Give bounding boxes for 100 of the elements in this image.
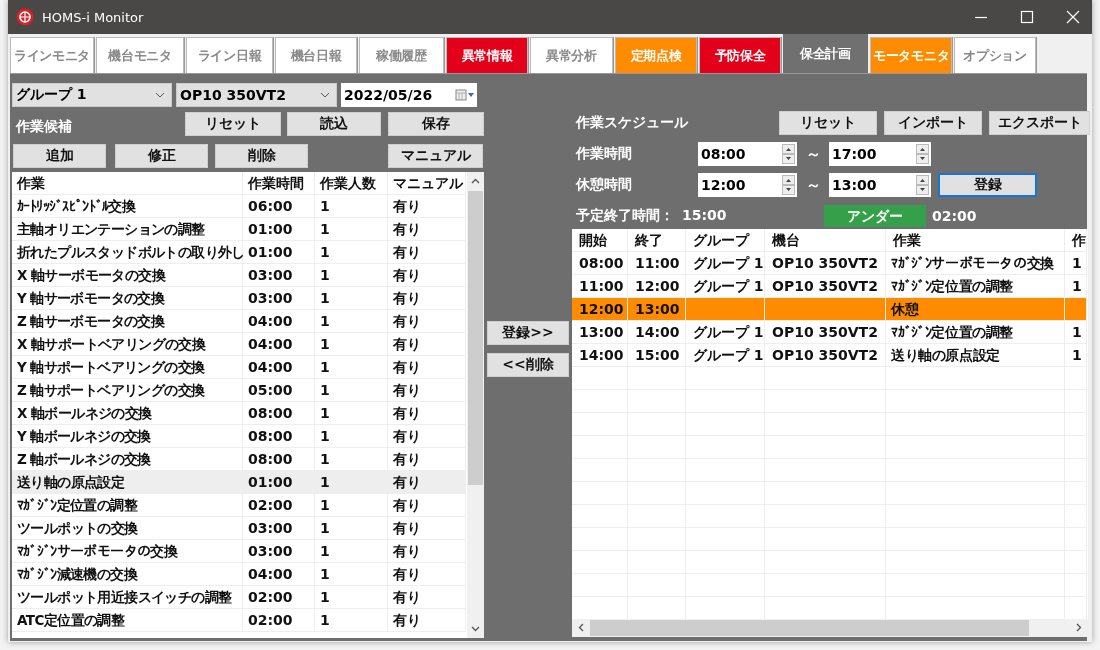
table-cell[interactable]: 14:00 xyxy=(572,344,628,367)
table-cell[interactable]: 15:00 xyxy=(628,344,686,367)
close-icon[interactable] xyxy=(1066,10,1080,24)
table-cell[interactable]: 13:00 xyxy=(628,298,686,321)
time-field[interactable]: 08:00 xyxy=(698,142,797,166)
table-cell[interactable]: 有り xyxy=(388,425,466,448)
time-field[interactable]: 12:00 xyxy=(698,173,797,197)
spinner-icon[interactable] xyxy=(782,175,795,195)
table-cell[interactable]: 14:00 xyxy=(628,321,686,344)
table-cell[interactable]: 有り xyxy=(388,471,466,494)
table-cell[interactable]: 有り xyxy=(388,356,466,379)
maximize-icon[interactable] xyxy=(1020,10,1034,24)
table-cell[interactable]: 1 xyxy=(1065,321,1087,344)
table-cell[interactable]: 有り xyxy=(388,241,466,264)
table-cell[interactable]: ﾏｶﾞｼﾞﾝサーボモータの交換 xyxy=(886,252,1065,275)
table-cell[interactable]: 1 xyxy=(315,241,388,264)
table-cell[interactable]: 02:00 xyxy=(243,586,315,609)
tab[interactable]: 予防保全 xyxy=(699,37,781,73)
table-cell[interactable]: 1 xyxy=(1065,252,1087,275)
table-cell[interactable]: OP10 350VT2 xyxy=(765,344,886,367)
table-cell[interactable]: グループ 1 xyxy=(686,252,765,275)
table-cell[interactable]: 1 xyxy=(315,218,388,241)
register-button[interactable]: 登録 xyxy=(938,173,1037,197)
table-cell[interactable]: 06:00 xyxy=(243,195,315,218)
table-cell[interactable]: 03:00 xyxy=(243,264,315,287)
table-cell[interactable]: X 軸サーボモータの交換 xyxy=(12,264,243,287)
toolbar-button[interactable]: リセット xyxy=(185,112,281,136)
table-cell[interactable]: ツールポットの交換 xyxy=(12,517,243,540)
table-cell[interactable]: OP10 350VT2 xyxy=(765,321,886,344)
table-cell[interactable]: 04:00 xyxy=(243,563,315,586)
table-cell[interactable]: 送り軸の原点設定 xyxy=(12,471,243,494)
table-cell[interactable]: 04:00 xyxy=(243,333,315,356)
table-cell[interactable]: 1 xyxy=(315,356,388,379)
table-cell[interactable]: 1 xyxy=(315,517,388,540)
table-cell[interactable]: 1 xyxy=(315,563,388,586)
transfer-button[interactable]: 登録>> xyxy=(487,321,569,345)
table-cell[interactable]: 有り xyxy=(388,563,466,586)
table-cell[interactable]: 有り xyxy=(388,494,466,517)
table-cell[interactable]: 有り xyxy=(388,379,466,402)
toolbar-button[interactable]: 読込 xyxy=(287,112,381,136)
tab[interactable]: 異常情報 xyxy=(446,37,528,73)
table-cell[interactable]: 08:00 xyxy=(243,402,315,425)
table-cell[interactable]: OP10 350VT2 xyxy=(765,252,886,275)
table-cell[interactable]: X 軸サポートベアリングの交換 xyxy=(12,333,243,356)
table-cell[interactable]: 1 xyxy=(315,333,388,356)
table-cell[interactable]: 1 xyxy=(315,264,388,287)
table-cell[interactable]: 送り軸の原点設定 xyxy=(886,344,1065,367)
table-cell[interactable]: ﾏｶﾞｼﾞﾝサーボモータの交換 xyxy=(12,540,243,563)
table-cell[interactable]: 有り xyxy=(388,402,466,425)
table-cell[interactable]: 有り xyxy=(388,609,466,632)
table-cell[interactable]: 有り xyxy=(388,333,466,356)
table-cell[interactable]: 03:00 xyxy=(243,540,315,563)
table-cell[interactable]: 01:00 xyxy=(243,218,315,241)
table-cell[interactable]: 01:00 xyxy=(243,471,315,494)
table-cell[interactable]: 1 xyxy=(1065,344,1087,367)
table-cell[interactable]: ｶｰﾄﾘｯｼﾞｽﾋﾟﾝﾄﾞﾙ交換 xyxy=(12,195,243,218)
table-cell[interactable]: 1 xyxy=(315,494,388,517)
table-cell[interactable]: 有り xyxy=(388,195,466,218)
toolbar-button[interactable]: 保存 xyxy=(388,112,484,136)
table-cell[interactable]: ツールポット用近接スイッチの調整 xyxy=(12,586,243,609)
machine-dropdown[interactable]: OP10 350VT2 xyxy=(176,83,337,107)
toolbar-button[interactable]: リセット xyxy=(779,111,877,135)
table-cell[interactable]: Y 軸ボールネジの交換 xyxy=(12,425,243,448)
table-cell[interactable]: 02:00 xyxy=(243,494,315,517)
table-cell[interactable]: X 軸ボールネジの交換 xyxy=(12,402,243,425)
table-cell[interactable]: 11:00 xyxy=(628,252,686,275)
calendar-icon[interactable] xyxy=(455,89,475,101)
table-cell[interactable]: 04:00 xyxy=(243,310,315,333)
table-cell[interactable]: 03:00 xyxy=(243,517,315,540)
time-field[interactable]: 17:00 xyxy=(829,142,931,166)
tab[interactable]: 稼働履歴 xyxy=(359,37,444,73)
table-cell[interactable]: 1 xyxy=(315,471,388,494)
table-cell[interactable]: 1 xyxy=(315,402,388,425)
transfer-button[interactable]: <<削除 xyxy=(487,353,569,377)
table-cell[interactable]: 08:00 xyxy=(243,425,315,448)
table-cell[interactable]: グループ 1 xyxy=(686,321,765,344)
table-cell[interactable]: 有り xyxy=(388,218,466,241)
time-field[interactable]: 13:00 xyxy=(829,173,931,197)
date-picker[interactable]: 2022/05/26 xyxy=(341,83,477,107)
toolbar-button[interactable]: 追加 xyxy=(13,144,106,168)
tab[interactable]: 保全計画 xyxy=(783,34,868,73)
table-cell[interactable]: ATC定位置の調整 xyxy=(12,609,243,632)
table-cell[interactable]: 1 xyxy=(315,609,388,632)
table-cell[interactable]: 1 xyxy=(315,195,388,218)
table-cell[interactable]: 1 xyxy=(315,379,388,402)
table-cell[interactable]: Z 軸サポートベアリングの交換 xyxy=(12,379,243,402)
toolbar-button[interactable]: 修正 xyxy=(115,144,208,168)
table-cell[interactable]: 1 xyxy=(315,425,388,448)
toolbar-button[interactable]: 削除 xyxy=(215,144,308,168)
table-cell[interactable]: Y 軸サポートベアリングの交換 xyxy=(12,356,243,379)
spinner-icon[interactable] xyxy=(916,175,929,195)
table-cell[interactable]: 03:00 xyxy=(243,287,315,310)
vertical-scrollbar[interactable] xyxy=(467,172,484,638)
spinner-icon[interactable] xyxy=(782,144,795,164)
table-cell[interactable]: 02:00 xyxy=(243,609,315,632)
table-cell[interactable]: Y 軸サーボモータの交換 xyxy=(12,287,243,310)
table-cell[interactable]: 05:00 xyxy=(243,379,315,402)
table-cell[interactable]: 12:00 xyxy=(572,298,628,321)
table-cell[interactable]: ﾏｶﾞｼﾞﾝ定位置の調整 xyxy=(886,321,1065,344)
table-cell[interactable]: 1 xyxy=(315,287,388,310)
